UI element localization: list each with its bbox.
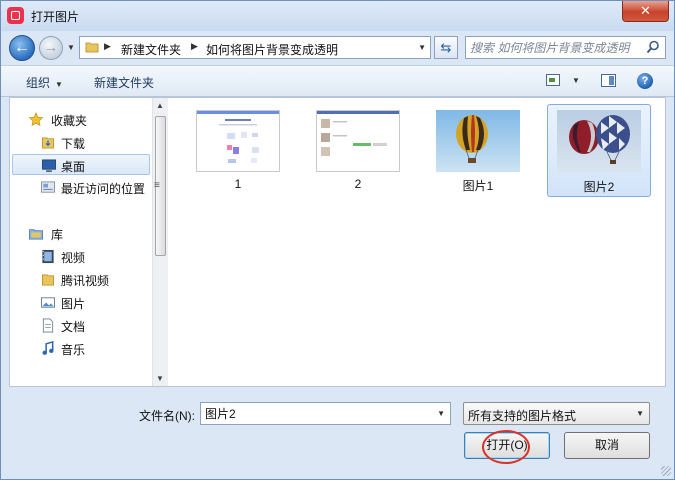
- pictures-icon: [41, 297, 55, 308]
- file-item[interactable]: 图片1: [426, 104, 530, 197]
- nav-item-label: 最近访问的位置: [61, 182, 146, 196]
- app-icon: [7, 7, 24, 24]
- star-icon: [28, 112, 44, 127]
- window-title: 打开图片: [31, 10, 80, 24]
- file-thumbnail: [196, 110, 280, 172]
- chevron-down-icon: ▼: [55, 80, 63, 89]
- folder-icon: [42, 274, 54, 286]
- file-thumbnail: [557, 110, 641, 172]
- recent-locations-dropdown-icon[interactable]: ▼: [67, 43, 75, 52]
- folder-icon: [85, 42, 99, 53]
- chevron-down-icon[interactable]: ▼: [572, 76, 580, 85]
- search-box[interactable]: [465, 36, 666, 59]
- back-button[interactable]: ←: [9, 35, 35, 61]
- close-button[interactable]: ✕: [622, 1, 669, 22]
- file-type-filter-value: 所有支持的图片格式: [468, 409, 577, 423]
- nav-item-pictures[interactable]: 图片: [10, 292, 152, 313]
- recent-places-icon: [41, 181, 55, 193]
- nav-item-documents[interactable]: 文档: [10, 315, 152, 336]
- annotation-circle: [482, 430, 530, 464]
- nav-item-label: 视频: [61, 251, 86, 265]
- preview-pane-icon[interactable]: [601, 74, 616, 87]
- webpage-thumbnail-image: [317, 111, 399, 156]
- nav-item-label: 音乐: [61, 343, 86, 357]
- organize-label: 组织: [26, 76, 51, 90]
- nav-item-favorites[interactable]: 收藏夹: [10, 109, 152, 130]
- search-icon[interactable]: [646, 40, 660, 54]
- navigation-pane: 收藏夹 下载 桌面 最近访问的位置 库 视频 腾讯视频 图片 文档 音乐: [10, 98, 152, 386]
- breadcrumb-item[interactable]: 新建文件夹: [121, 41, 181, 58]
- file-name: 1: [234, 177, 242, 191]
- documents-icon: [42, 318, 54, 333]
- breadcrumb[interactable]: ▶ 新建文件夹 ▶ 如何将图片背景变成透明 ▼: [79, 36, 431, 59]
- nav-item-label: 下载: [61, 137, 86, 151]
- filename-input[interactable]: [205, 405, 425, 422]
- video-icon: [42, 249, 54, 264]
- nav-item-label: 收藏夹: [51, 114, 88, 128]
- nav-item-videos[interactable]: 视频: [10, 246, 152, 267]
- nav-item-label: 库: [51, 228, 64, 242]
- desktop-icon: [42, 159, 56, 173]
- cancel-button[interactable]: 取消: [564, 432, 650, 459]
- search-input[interactable]: [470, 39, 640, 56]
- scroll-up-icon[interactable]: ▲: [156, 101, 164, 110]
- music-icon: [42, 341, 54, 355]
- nav-item-desktop[interactable]: 桌面: [12, 154, 150, 175]
- chevron-right-icon[interactable]: ▶: [191, 41, 198, 52]
- file-thumbnail: [436, 110, 520, 172]
- forward-button[interactable]: →: [39, 36, 63, 60]
- nav-item-label: 图片: [61, 297, 86, 311]
- file-name: 2: [354, 177, 362, 191]
- title-bar: 打开图片 ✕: [1, 1, 674, 31]
- file-type-filter[interactable]: 所有支持的图片格式 ▼: [463, 402, 650, 425]
- breadcrumb-item[interactable]: 如何将图片背景变成透明: [206, 41, 338, 58]
- new-folder-button[interactable]: 新建文件夹: [94, 74, 154, 91]
- scroll-down-icon[interactable]: ▼: [156, 374, 164, 383]
- bottom-panel: 文件名(N): ▼ 所有支持的图片格式 ▼ 打开(O) 取消: [1, 389, 674, 479]
- nav-item-computer-partial[interactable]: [10, 383, 152, 386]
- address-bar: ← → ▼ ▶ 新建文件夹 ▶ 如何将图片背景变成透明 ▼ ⇆: [1, 31, 674, 63]
- open-image-dialog: 打开图片 ✕ ← → ▼ ▶ 新建文件夹 ▶ 如何将图片背景变成透明 ▼ ⇆ 组…: [0, 0, 675, 480]
- nav-scrollbar[interactable]: ▲ ▼: [152, 98, 168, 386]
- webpage-thumbnail-image: [197, 111, 279, 163]
- library-icon: [29, 229, 43, 240]
- hot-air-balloon-image: [436, 110, 520, 172]
- file-list: 1 2 图片1 图片2: [170, 98, 665, 386]
- chevron-down-icon[interactable]: ▼: [636, 409, 644, 418]
- file-name: 图片2: [583, 180, 615, 194]
- help-icon[interactable]: ?: [637, 73, 653, 89]
- chevron-down-icon[interactable]: ▼: [418, 43, 426, 52]
- content-area: 收藏夹 下载 桌面 最近访问的位置 库 视频 腾讯视频 图片 文档 音乐 ▲ ▼…: [9, 97, 666, 387]
- file-item[interactable]: 2: [306, 104, 410, 197]
- organize-button[interactable]: 组织 ▼: [26, 74, 63, 91]
- resize-grip[interactable]: [661, 466, 671, 476]
- download-folder-icon: [42, 137, 54, 149]
- nav-item-downloads[interactable]: 下载: [10, 132, 152, 153]
- file-item[interactable]: 1: [186, 104, 290, 197]
- filename-label: 文件名(N):: [139, 409, 195, 423]
- filename-combobox[interactable]: ▼: [200, 402, 451, 425]
- nav-item-tencent-video[interactable]: 腾讯视频: [10, 269, 152, 290]
- file-item-selected[interactable]: 图片2: [547, 104, 651, 197]
- file-thumbnail: [316, 110, 400, 172]
- chevron-right-icon[interactable]: ▶: [104, 41, 111, 52]
- nav-item-music[interactable]: 音乐: [10, 338, 152, 359]
- toolbar: 组织 ▼ 新建文件夹 ▼ ?: [1, 65, 674, 97]
- nav-item-label: 腾讯视频: [61, 274, 110, 288]
- nav-item-label: 桌面: [61, 160, 86, 174]
- splitter-grip[interactable]: ≡: [154, 180, 160, 191]
- nav-item-label: 文档: [61, 320, 86, 334]
- chevron-down-icon[interactable]: ▼: [437, 409, 445, 418]
- nav-item-libraries[interactable]: 库: [10, 223, 152, 244]
- change-view-icon[interactable]: [546, 74, 560, 86]
- refresh-button[interactable]: ⇆: [434, 36, 458, 59]
- file-name: 图片1: [462, 179, 494, 193]
- two-hot-air-balloons-image: [557, 110, 641, 172]
- nav-item-recent-places[interactable]: 最近访问的位置: [10, 177, 152, 198]
